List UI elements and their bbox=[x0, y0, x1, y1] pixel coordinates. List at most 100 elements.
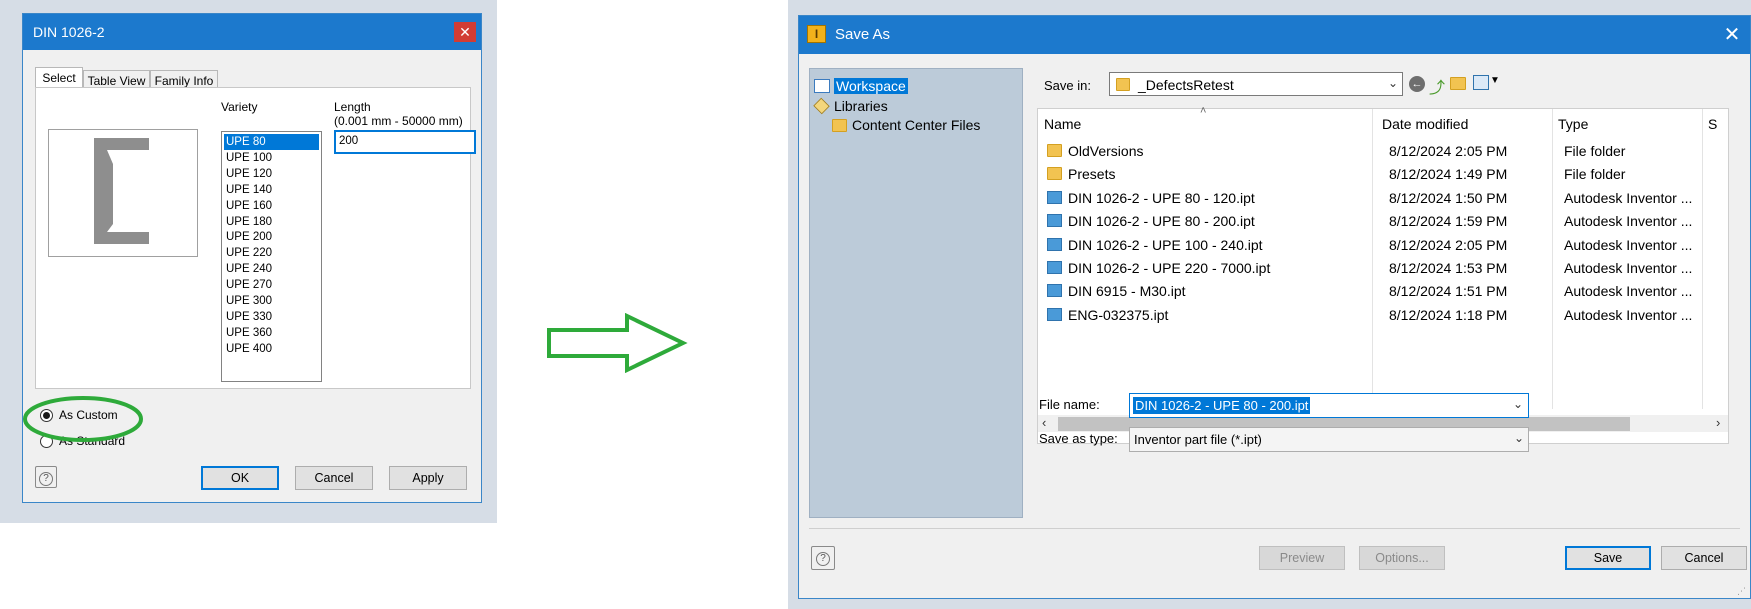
variety-list-item[interactable]: UPE 240 bbox=[224, 261, 319, 277]
upe-profile-icon bbox=[94, 138, 149, 244]
folder-icon bbox=[1047, 144, 1062, 157]
workspace-icon bbox=[814, 79, 830, 93]
save-as-type-label: Save as type: bbox=[1039, 431, 1118, 446]
file-name-cell: DIN 1026-2 - UPE 100 - 240.ipt bbox=[1068, 236, 1263, 253]
variety-label: Variety bbox=[221, 100, 258, 114]
new-folder-icon[interactable] bbox=[1450, 77, 1466, 90]
save-as-dialog: Save As I ✕ Workspace Libraries Content … bbox=[798, 15, 1751, 599]
close-icon: ✕ bbox=[1723, 24, 1741, 46]
save-in-dropdown[interactable]: _DefectsRetest ⌄ bbox=[1109, 72, 1403, 96]
close-button[interactable]: ✕ bbox=[1721, 24, 1743, 46]
ok-button[interactable]: OK bbox=[201, 466, 279, 490]
file-row[interactable]: OldVersions 8/12/2024 2:05 PM File folder bbox=[1038, 139, 1728, 163]
folder-icon bbox=[1116, 78, 1130, 91]
file-name-cell: Presets bbox=[1068, 166, 1116, 183]
separator bbox=[809, 528, 1740, 529]
variety-list-item[interactable]: UPE 160 bbox=[224, 198, 319, 214]
family-dialog-title: DIN 1026-2 bbox=[23, 14, 481, 50]
variety-list-item[interactable]: UPE 360 bbox=[224, 325, 319, 341]
save-as-type-dropdown[interactable]: Inventor part file (*.ipt) ⌄ bbox=[1129, 427, 1529, 452]
part-file-icon bbox=[1047, 214, 1062, 228]
file-date-cell: 8/12/2024 1:50 PM bbox=[1389, 189, 1508, 206]
column-type[interactable]: Type bbox=[1552, 109, 1700, 139]
file-name-cell: ENG-032375.ipt bbox=[1068, 306, 1169, 323]
help-icon: ? bbox=[39, 472, 53, 486]
variety-listbox[interactable]: UPE 80 UPE 100 UPE 120 UPE 140 UPE 160 UPE 18… bbox=[221, 131, 322, 382]
file-date-cell: 8/12/2024 1:18 PM bbox=[1389, 306, 1508, 323]
file-row[interactable]: DIN 6915 - M30.ipt 8/12/2024 1:51 PM Autod… bbox=[1038, 279, 1728, 303]
help-button[interactable]: ? bbox=[35, 466, 57, 488]
save-button[interactable]: Save bbox=[1565, 546, 1651, 570]
file-name-cell: DIN 1026-2 - UPE 80 - 200.ipt bbox=[1068, 213, 1255, 230]
part-file-icon bbox=[1047, 261, 1062, 274]
family-dialog: DIN 1026-2 ✕ Select Table View Family In… bbox=[22, 13, 482, 503]
variety-list-item[interactable]: UPE 220 bbox=[224, 245, 319, 261]
close-icon: ✕ bbox=[459, 24, 471, 40]
location-tree: Workspace Libraries Content Center Files bbox=[809, 68, 1023, 518]
file-date-cell: 8/12/2024 2:05 PM bbox=[1389, 143, 1508, 159]
file-name-cell: DIN 1026-2 - UPE 220 - 7000.ipt bbox=[1068, 260, 1271, 276]
column-size[interactable]: S bbox=[1702, 109, 1728, 139]
view-menu-icon[interactable] bbox=[1473, 75, 1489, 90]
resize-grip-icon[interactable]: ⋰ bbox=[1737, 586, 1746, 597]
variety-list-item[interactable]: UPE 400 bbox=[224, 341, 319, 357]
tree-item-workspace[interactable]: Workspace bbox=[834, 78, 908, 94]
file-row[interactable]: ENG-032375.ipt 8/12/2024 1:18 PM Autodesk … bbox=[1038, 303, 1728, 327]
scroll-right-icon[interactable]: › bbox=[1716, 415, 1720, 430]
up-folder-icon[interactable]: ⤴ bbox=[1429, 74, 1445, 98]
highlight-ellipse bbox=[23, 396, 143, 442]
variety-list-item[interactable]: UPE 200 bbox=[224, 229, 319, 245]
help-button[interactable]: ? bbox=[811, 546, 835, 570]
file-type-cell: File folder bbox=[1564, 143, 1626, 159]
preview-button[interactable]: Preview bbox=[1259, 546, 1345, 570]
file-date-cell: 8/12/2024 2:05 PM bbox=[1389, 236, 1508, 253]
chevron-down-icon: ⌄ bbox=[1387, 76, 1398, 90]
file-row[interactable]: Presets 8/12/2024 1:49 PM File folder bbox=[1038, 162, 1728, 186]
length-label: Length bbox=[334, 100, 371, 114]
file-row[interactable]: DIN 1026-2 - UPE 80 - 200.ipt 8/12/2024 1… bbox=[1038, 209, 1728, 233]
tree-item-libraries[interactable]: Libraries bbox=[834, 98, 888, 114]
file-name-value: DIN 1026-2 - UPE 80 - 200.ipt bbox=[1133, 397, 1311, 414]
save-as-type-value: Inventor part file (*.ipt) bbox=[1134, 432, 1262, 447]
variety-list-item[interactable]: UPE 330 bbox=[224, 309, 319, 325]
back-icon[interactable]: ← bbox=[1409, 76, 1425, 92]
variety-list-item[interactable]: UPE 80 bbox=[224, 134, 319, 150]
file-row[interactable]: DIN 1026-2 - UPE 80 - 120.ipt 8/12/2024 1… bbox=[1038, 186, 1728, 210]
part-file-icon bbox=[1047, 307, 1062, 321]
file-row[interactable]: DIN 1026-2 - UPE 100 - 240.ipt 8/12/2024 … bbox=[1038, 233, 1728, 257]
variety-list-item[interactable]: UPE 270 bbox=[224, 277, 319, 293]
folder-icon bbox=[832, 119, 847, 132]
chevron-down-icon: ⌄ bbox=[1512, 397, 1523, 411]
right-arrow-icon bbox=[547, 313, 688, 373]
select-tab-panel: Variety UPE 80 UPE 100 UPE 120 UPE 140 UPE 1… bbox=[35, 87, 476, 389]
file-type-cell: Autodesk Inventor ... bbox=[1564, 213, 1693, 230]
variety-list-item[interactable]: UPE 180 bbox=[224, 214, 319, 230]
file-date-cell: 8/12/2024 1:49 PM bbox=[1389, 166, 1508, 183]
apply-button[interactable]: Apply bbox=[389, 466, 467, 490]
file-date-cell: 8/12/2024 1:59 PM bbox=[1389, 213, 1508, 230]
variety-list-item[interactable]: UPE 140 bbox=[224, 182, 319, 198]
file-name-input[interactable]: DIN 1026-2 - UPE 80 - 200.ipt ⌄ bbox=[1129, 393, 1529, 418]
scroll-left-icon[interactable]: ‹ bbox=[1042, 415, 1046, 430]
file-date-cell: 8/12/2024 1:53 PM bbox=[1389, 260, 1508, 276]
part-file-icon bbox=[1047, 237, 1062, 251]
close-button[interactable]: ✕ bbox=[454, 22, 476, 42]
file-type-cell: Autodesk Inventor ... bbox=[1564, 236, 1693, 253]
file-row[interactable]: DIN 1026-2 - UPE 220 - 7000.ipt 8/12/2024… bbox=[1038, 256, 1728, 280]
length-input[interactable]: 200 bbox=[334, 130, 476, 154]
options-button[interactable]: Options... bbox=[1359, 546, 1445, 570]
column-date-modified[interactable]: Date modified bbox=[1376, 109, 1541, 139]
file-type-cell: File folder bbox=[1564, 166, 1626, 183]
chevron-down-icon: ⌄ bbox=[1513, 431, 1524, 445]
file-type-cell: Autodesk Inventor ... bbox=[1564, 283, 1693, 300]
variety-list-item[interactable]: UPE 100 bbox=[224, 150, 319, 166]
file-type-cell: Autodesk Inventor ... bbox=[1564, 306, 1693, 323]
help-icon: ? bbox=[816, 552, 830, 566]
variety-list-item[interactable]: UPE 120 bbox=[224, 166, 319, 182]
cancel-button[interactable]: Cancel bbox=[1661, 546, 1747, 570]
cancel-button[interactable]: Cancel bbox=[295, 466, 373, 490]
variety-list-item[interactable]: UPE 300 bbox=[224, 293, 319, 309]
tree-item-content-center[interactable]: Content Center Files bbox=[852, 117, 980, 133]
folder-icon bbox=[1047, 167, 1062, 181]
view-menu-chevron-icon[interactable]: ▼ bbox=[1490, 75, 1500, 86]
